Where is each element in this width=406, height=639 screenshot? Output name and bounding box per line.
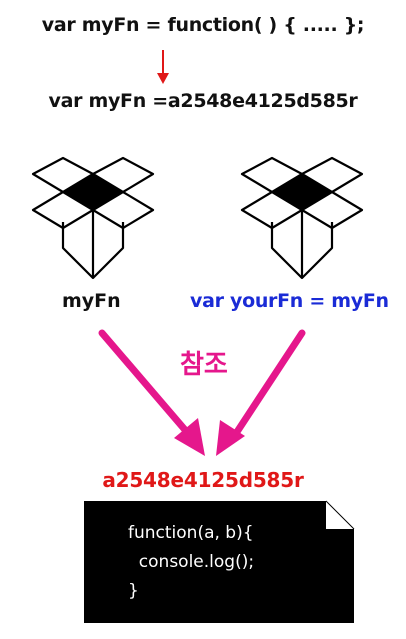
memory-address-label: a2548e4125d585r — [102, 468, 304, 492]
red-down-arrow — [157, 50, 169, 84]
code-line-2: console.log(); — [128, 552, 255, 572]
left-box-label: myFn — [62, 290, 121, 312]
left-box-icon — [31, 156, 155, 280]
code-block: function(a, b){ console.log(); } — [128, 519, 254, 606]
reference-label: 참조 — [180, 350, 228, 380]
right-box-icon — [240, 156, 364, 280]
right-box-label: var yourFn = myFn — [190, 290, 389, 312]
code-line-1: function(a, b){ — [128, 523, 254, 543]
code-line-3: } — [128, 581, 139, 601]
pink-arrow-right — [216, 329, 306, 456]
